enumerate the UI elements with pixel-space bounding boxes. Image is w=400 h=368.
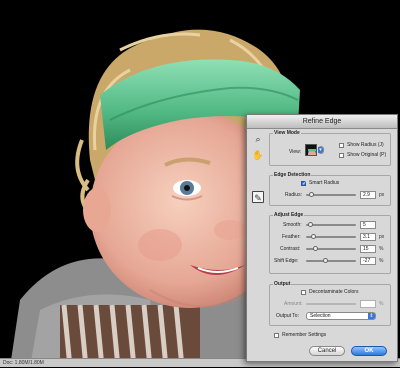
amount-unit: % <box>379 301 384 307</box>
edge-detection-section: Edge Detection Smart Radius Radius: 2.9 … <box>269 172 391 206</box>
adjust-edge-title: Adjust Edge <box>273 212 305 218</box>
decontaminate-checkbox[interactable] <box>301 290 306 295</box>
remember-settings-label: Remember Settings <box>282 332 327 338</box>
cancel-button[interactable]: Cancel <box>309 346 345 356</box>
contrast-slider-knob[interactable] <box>313 246 318 251</box>
output-to-label: Output To: <box>276 313 299 319</box>
status-text: Doc: 1.80M/1.80M <box>3 360 44 366</box>
zoom-tool-icon[interactable]: ⌕ <box>252 133 264 145</box>
output-to-value: Selection <box>310 313 331 319</box>
feather-unit: px <box>379 234 385 240</box>
output-to-select[interactable]: Selection ⇕ <box>306 312 376 320</box>
view-mode-title: View Mode <box>273 130 301 136</box>
decontaminate-label: Decontaminate Colors <box>309 289 359 295</box>
smooth-label: Smooth: <box>283 222 302 228</box>
shift-edge-slider-knob[interactable] <box>323 258 328 263</box>
smart-radius-label: Smart Radius <box>309 180 340 186</box>
chevron-down-icon: ▾ <box>318 147 323 153</box>
remember-settings-checkbox[interactable] <box>274 333 279 338</box>
amount-slider[interactable] <box>306 303 356 305</box>
adjust-edge-section: Adjust Edge Smooth: 5 Feather: 3.1 px Co… <box>269 212 391 274</box>
shift-edge-slider[interactable] <box>306 260 356 262</box>
smooth-slider-knob[interactable] <box>308 222 313 227</box>
feather-label: Feather: <box>282 234 301 240</box>
dialog-title: Refine Edge <box>247 115 397 129</box>
amount-label: Amount: <box>284 301 303 307</box>
show-original-label: Show Original (P) <box>347 152 387 158</box>
tool-column: ⌕ ✋ ✎ <box>247 129 267 361</box>
contrast-unit: % <box>379 246 384 252</box>
show-original-checkbox[interactable] <box>339 153 344 158</box>
feather-field[interactable]: 3.1 <box>360 233 376 241</box>
chevron-updown-icon: ⇕ <box>368 313 375 319</box>
contrast-label: Contrast: <box>280 246 301 252</box>
shift-edge-unit: % <box>379 258 384 264</box>
view-dropdown[interactable]: ▾ <box>318 146 324 154</box>
shift-edge-label: Shift Edge: <box>274 258 299 264</box>
output-title: Output <box>273 281 292 287</box>
contrast-field[interactable]: 15 <box>360 245 376 253</box>
refine-edge-dialog: Refine Edge ⌕ ✋ ✎ View Mode View: ▾ Show… <box>246 114 398 362</box>
edge-detection-title: Edge Detection <box>273 172 312 178</box>
feather-slider-knob[interactable] <box>311 234 316 239</box>
smooth-field[interactable]: 5 <box>360 221 376 229</box>
output-section: Output Decontaminate Colors Amount: % Ou… <box>269 281 391 326</box>
show-radius-label: Show Radius (J) <box>347 142 384 148</box>
smart-radius-checkbox[interactable] <box>301 180 307 187</box>
refine-radius-brush-icon[interactable]: ✎ <box>252 191 264 203</box>
radius-field[interactable]: 2.9 <box>360 191 376 199</box>
ok-button[interactable]: OK <box>351 346 387 356</box>
radius-label: Radius: <box>285 192 302 198</box>
view-label: View: <box>289 149 302 155</box>
radius-slider-knob[interactable] <box>309 192 314 197</box>
shift-edge-field[interactable]: -27 <box>360 257 376 265</box>
radius-unit: px <box>379 192 385 198</box>
view-mode-section: View Mode View: ▾ Show Radius (J) Show O… <box>269 130 391 166</box>
view-thumbnail[interactable] <box>305 144 317 156</box>
show-radius-checkbox[interactable] <box>339 143 344 148</box>
hand-tool-icon[interactable]: ✋ <box>252 149 264 161</box>
amount-field[interactable] <box>360 300 376 308</box>
smooth-slider[interactable] <box>306 224 356 226</box>
